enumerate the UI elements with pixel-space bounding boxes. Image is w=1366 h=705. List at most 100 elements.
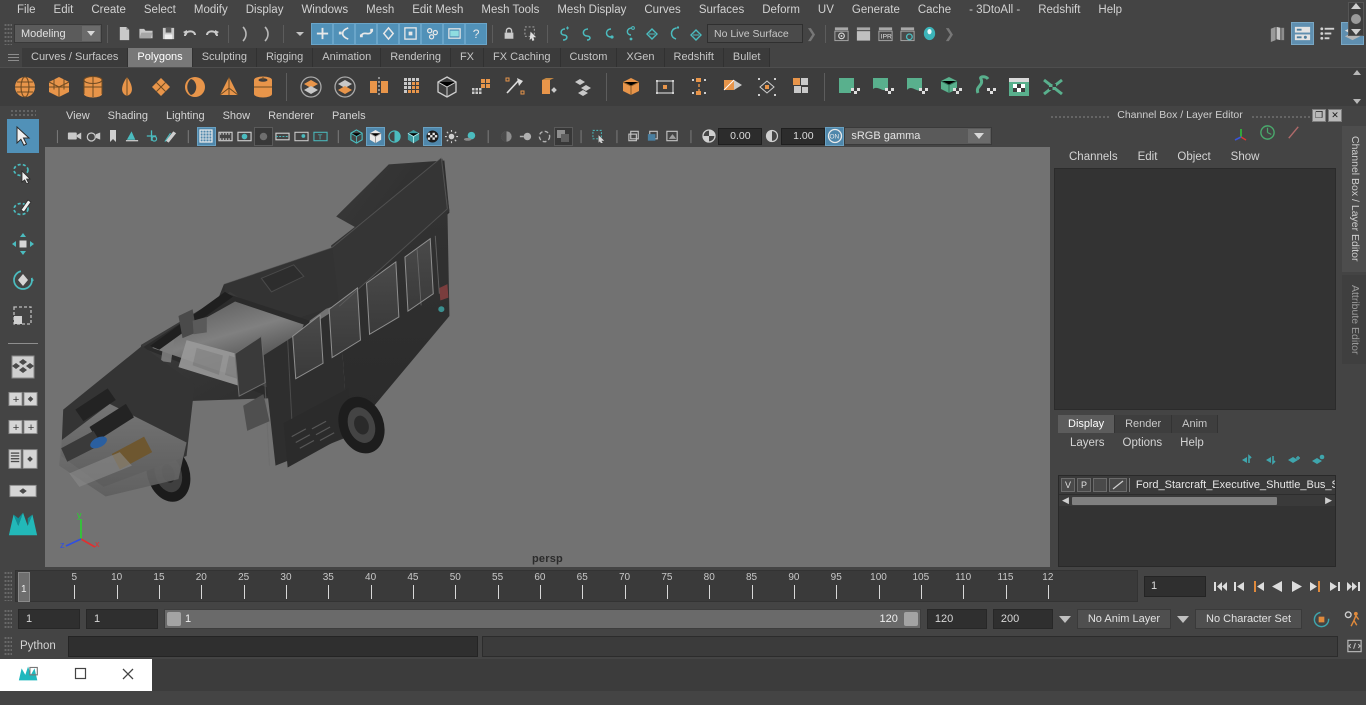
use-default-material-icon[interactable] bbox=[404, 127, 423, 146]
table-row[interactable]: V P Ford_Starcraft_Executive_Shuttle_Bus… bbox=[1059, 476, 1335, 494]
outliner-persp-split-icon[interactable] bbox=[7, 442, 39, 476]
layer-name[interactable]: Ford_Starcraft_Executive_Shuttle_Bus_Sim… bbox=[1136, 479, 1335, 491]
shelf-tab-rigging[interactable]: Rigging bbox=[256, 48, 314, 67]
axis-display-icon[interactable] bbox=[1232, 125, 1250, 146]
poly-cone-icon[interactable] bbox=[110, 71, 143, 104]
poly-separate-icon[interactable] bbox=[328, 71, 361, 104]
panel-vertical-scroll[interactable] bbox=[1348, 2, 1364, 36]
poly-cube-icon[interactable] bbox=[42, 71, 75, 104]
film-gate-icon[interactable] bbox=[216, 127, 235, 146]
textured-icon[interactable] bbox=[422, 126, 442, 146]
poly-mirror-icon[interactable] bbox=[362, 71, 395, 104]
poly-torus-icon[interactable] bbox=[178, 71, 211, 104]
menu-item-mesh-display[interactable]: Mesh Display bbox=[548, 0, 635, 20]
uv-automatic-icon[interactable] bbox=[934, 71, 967, 104]
exposure-icon[interactable] bbox=[699, 127, 718, 146]
play-backwards-icon[interactable] bbox=[1269, 575, 1286, 597]
vertical-tab-attribute-editor[interactable]: Attribute Editor bbox=[1342, 274, 1366, 364]
snap-to-curve-icon[interactable] bbox=[575, 23, 597, 45]
make-live-icon[interactable] bbox=[663, 23, 685, 45]
quad-draw-icon[interactable] bbox=[750, 71, 783, 104]
multisample-icon[interactable] bbox=[535, 127, 554, 146]
lasso-select-tool[interactable] bbox=[7, 155, 39, 189]
image-plane-icon[interactable] bbox=[123, 127, 142, 146]
shelf-tab-redshift[interactable]: Redshift bbox=[664, 48, 724, 67]
ipr-render-icon[interactable]: IPR bbox=[875, 23, 897, 45]
channel-menu-object[interactable]: Object bbox=[1168, 151, 1219, 163]
single-perspective-view-icon[interactable] bbox=[7, 478, 39, 504]
poly-cylinder-icon[interactable] bbox=[76, 71, 109, 104]
step-forward-key-icon[interactable] bbox=[1307, 575, 1324, 597]
shadows-icon[interactable] bbox=[461, 127, 480, 146]
redo-icon[interactable] bbox=[201, 23, 223, 45]
shelf-tab-custom[interactable]: Custom bbox=[560, 48, 618, 67]
create-layer-from-selected-icon[interactable] bbox=[1310, 454, 1326, 472]
maya-app-icon[interactable] bbox=[17, 664, 41, 687]
command-result-field[interactable] bbox=[481, 635, 1338, 657]
rotate-tool[interactable] bbox=[7, 263, 39, 297]
character-set-chevron-down-icon[interactable] bbox=[1177, 615, 1190, 623]
layer-menu-layers[interactable]: Layers bbox=[1062, 437, 1113, 449]
select-mask-deformers-icon[interactable] bbox=[399, 22, 421, 45]
channel-menu-channels[interactable]: Channels bbox=[1060, 151, 1127, 163]
bookmark-icon[interactable] bbox=[104, 127, 123, 146]
anim-layer-selector[interactable]: No Anim Layer bbox=[1076, 609, 1172, 629]
layer-visibility-toggle[interactable]: V bbox=[1061, 478, 1075, 492]
menu-item-edit[interactable]: Edit bbox=[45, 0, 83, 20]
gate-mask-icon[interactable] bbox=[253, 126, 273, 146]
gamma-field[interactable]: 1.00 bbox=[781, 127, 826, 145]
select-mask-surfaces-icon[interactable] bbox=[355, 22, 377, 45]
xray-joints-icon[interactable] bbox=[625, 127, 644, 146]
uv-cylindrical-icon[interactable] bbox=[866, 71, 899, 104]
poly-plane-icon[interactable] bbox=[144, 71, 177, 104]
two-d-pan-zoom-icon[interactable] bbox=[142, 127, 161, 146]
select-by-hierarchy-icon[interactable] bbox=[234, 23, 256, 45]
shelf-tab-xgen[interactable]: XGen bbox=[617, 48, 665, 67]
resolution-gate-icon[interactable] bbox=[235, 127, 254, 146]
layer-tab-render[interactable]: Render bbox=[1115, 415, 1173, 433]
menu-item-3dtoall[interactable]: - 3DtoAll - bbox=[960, 0, 1029, 20]
shelf-grip[interactable] bbox=[4, 47, 22, 67]
range-bar[interactable]: 1 120 bbox=[164, 609, 921, 629]
scale-tool[interactable] bbox=[7, 299, 39, 333]
go-to-end-icon[interactable] bbox=[1345, 575, 1362, 597]
clock-icon[interactable] bbox=[1259, 124, 1276, 146]
toolbox-grip[interactable] bbox=[9, 109, 36, 117]
select-mask-handles-icon[interactable] bbox=[311, 22, 333, 45]
open-attribute-editor-icon[interactable] bbox=[1316, 22, 1339, 45]
menu-item-create[interactable]: Create bbox=[82, 0, 135, 20]
viewport-menu-view[interactable]: View bbox=[57, 110, 99, 122]
poly-combine-shapes-icon[interactable] bbox=[784, 71, 817, 104]
hypershade-icon[interactable] bbox=[919, 23, 941, 45]
shelf-scroll-arrows[interactable] bbox=[1350, 70, 1364, 104]
construction-plane-icon[interactable] bbox=[685, 23, 707, 45]
xray-icon[interactable] bbox=[590, 127, 609, 146]
playback-start-field[interactable]: 1 bbox=[86, 609, 158, 629]
target-weld-icon[interactable] bbox=[716, 71, 749, 104]
make-hole-icon[interactable] bbox=[648, 71, 681, 104]
menu-item-deform[interactable]: Deform bbox=[753, 0, 809, 20]
paint-select-tool[interactable] bbox=[7, 191, 39, 225]
poly-sphere-icon[interactable] bbox=[8, 71, 41, 104]
menu-item-file[interactable]: File bbox=[8, 0, 45, 20]
shaded-wireframe-icon[interactable] bbox=[385, 127, 404, 146]
step-back-frame-icon[interactable] bbox=[1231, 575, 1248, 597]
poly-pyramid-icon[interactable] bbox=[212, 71, 245, 104]
shelf-tab-animation[interactable]: Animation bbox=[313, 48, 382, 67]
create-new-layer-icon[interactable] bbox=[1286, 454, 1302, 472]
snap-to-point-icon[interactable] bbox=[597, 23, 619, 45]
auto-keyframe-icon[interactable] bbox=[1308, 608, 1334, 630]
grease-pencil-icon[interactable] bbox=[161, 127, 180, 146]
scroll-left-icon[interactable]: ◀ bbox=[1059, 495, 1072, 506]
menu-item-modify[interactable]: Modify bbox=[185, 0, 237, 20]
save-scene-icon[interactable] bbox=[157, 23, 179, 45]
viewport-menu-renderer[interactable]: Renderer bbox=[259, 110, 323, 122]
menu-item-uv[interactable]: UV bbox=[809, 0, 843, 20]
outliner-persp-layout-icon[interactable]: + bbox=[7, 386, 39, 412]
maya-logo-icon[interactable] bbox=[7, 506, 39, 540]
poly-pipe-icon[interactable] bbox=[246, 71, 279, 104]
viewport-canvas[interactable]: y x z persp bbox=[45, 147, 1050, 567]
select-camera-icon[interactable] bbox=[66, 127, 85, 146]
layer-list-hscrollbar[interactable]: ◀ ▶ bbox=[1059, 494, 1335, 506]
gamma-icon[interactable] bbox=[762, 127, 781, 146]
